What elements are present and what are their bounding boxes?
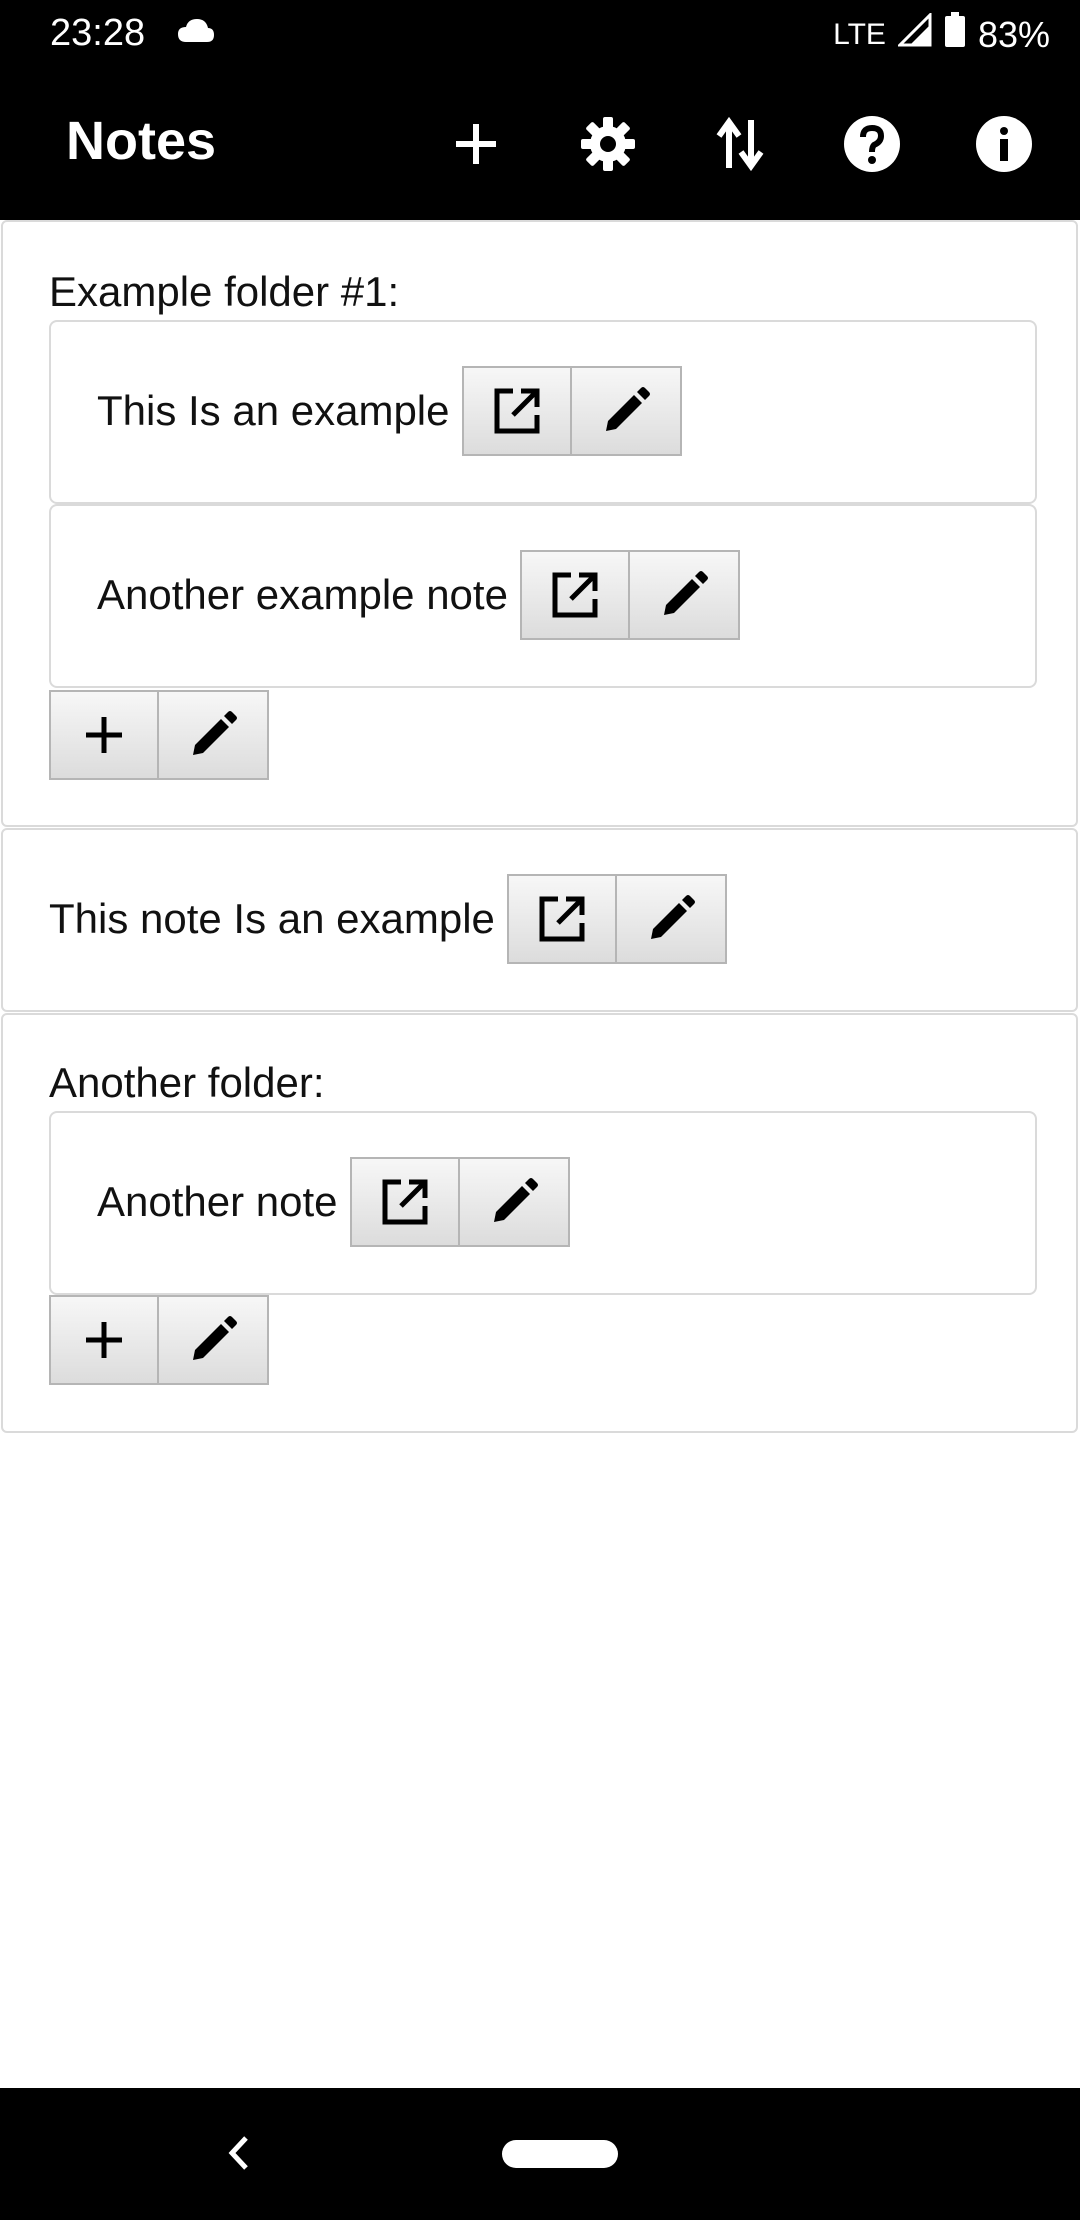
add-note-button[interactable]: [440, 108, 512, 180]
edit-note-button[interactable]: [571, 366, 682, 456]
note-card: This Is an example: [49, 320, 1037, 504]
network-type: LTE: [833, 17, 886, 51]
settings-button[interactable]: [572, 108, 644, 180]
app-actions: [440, 108, 1040, 180]
folder-title: Example folder #1:: [49, 268, 400, 315]
add-note-to-folder-button[interactable]: [49, 690, 159, 780]
settings-icon: [581, 117, 635, 171]
edit-note-button[interactable]: [616, 874, 727, 964]
info-icon: [976, 116, 1032, 172]
edit-note-button[interactable]: [459, 1157, 570, 1247]
pencil-icon: [663, 571, 708, 615]
note-card: This note Is an example: [1, 828, 1078, 1012]
note-label: This Is an example: [97, 387, 450, 434]
status-time: 23:28: [50, 12, 146, 54]
note-actions: [519, 550, 740, 640]
add-icon: [86, 717, 122, 753]
info-button[interactable]: [968, 108, 1040, 180]
folder-actions: [49, 690, 269, 780]
pencil-icon: [193, 711, 237, 755]
battery-percent: 83%: [977, 13, 1050, 55]
open-external-icon: [382, 1179, 428, 1225]
home-button[interactable]: [502, 2140, 618, 2168]
add-note-to-folder-button[interactable]: [49, 1295, 159, 1385]
pencil-icon: [493, 1178, 538, 1222]
note-row: Another note: [97, 1157, 570, 1247]
add-icon: [456, 124, 496, 164]
open-external-icon: [494, 388, 539, 434]
folder-card: Example folder #1: This Is an example An…: [1, 220, 1078, 827]
note-card: Another example note: [49, 504, 1037, 688]
pencil-icon: [650, 895, 695, 939]
sort-button[interactable]: [704, 108, 776, 180]
folder-title: Another folder:: [49, 1059, 325, 1106]
open-note-button[interactable]: [461, 366, 572, 456]
app-bar: Notes: [0, 70, 1080, 220]
note-row: This Is an example: [97, 366, 682, 456]
back-icon: [228, 2136, 248, 2170]
help-button[interactable]: [836, 108, 908, 180]
add-icon: [86, 1322, 122, 1358]
folder-card: Another folder: Another note: [1, 1013, 1078, 1433]
open-external-icon: [539, 896, 585, 942]
edit-folder-button[interactable]: [159, 1295, 269, 1385]
note-row: This note Is an example: [49, 874, 727, 964]
note-card: Another note: [49, 1111, 1037, 1295]
open-external-icon: [552, 572, 598, 618]
edit-note-button[interactable]: [629, 550, 740, 640]
note-label: Another example note: [97, 571, 508, 618]
note-label: Another note: [97, 1178, 338, 1225]
open-note-button[interactable]: [506, 874, 617, 964]
note-actions: [349, 1157, 570, 1247]
signal-icon: [896, 11, 932, 56]
edit-folder-button[interactable]: [159, 690, 269, 780]
note-label: This note Is an example: [49, 895, 495, 942]
note-actions: [506, 874, 727, 964]
note-row: Another example note: [97, 550, 740, 640]
navigation-bar: [0, 2088, 1080, 2220]
pencil-icon: [193, 1316, 237, 1360]
open-note-button[interactable]: [349, 1157, 460, 1247]
help-icon: [844, 116, 900, 172]
battery-icon: [944, 12, 966, 57]
note-actions: [461, 366, 682, 456]
status-indicators: LTE 83%: [833, 11, 1050, 57]
folder-actions: [49, 1295, 269, 1385]
app-title: Notes: [66, 111, 217, 171]
open-note-button[interactable]: [519, 550, 630, 640]
pencil-icon: [605, 387, 650, 431]
status-bar: 23:28 LTE 83%: [0, 0, 1080, 70]
sort-icon: [716, 116, 764, 172]
back-button[interactable]: [222, 2132, 256, 2179]
cloud-icon: [176, 16, 216, 49]
